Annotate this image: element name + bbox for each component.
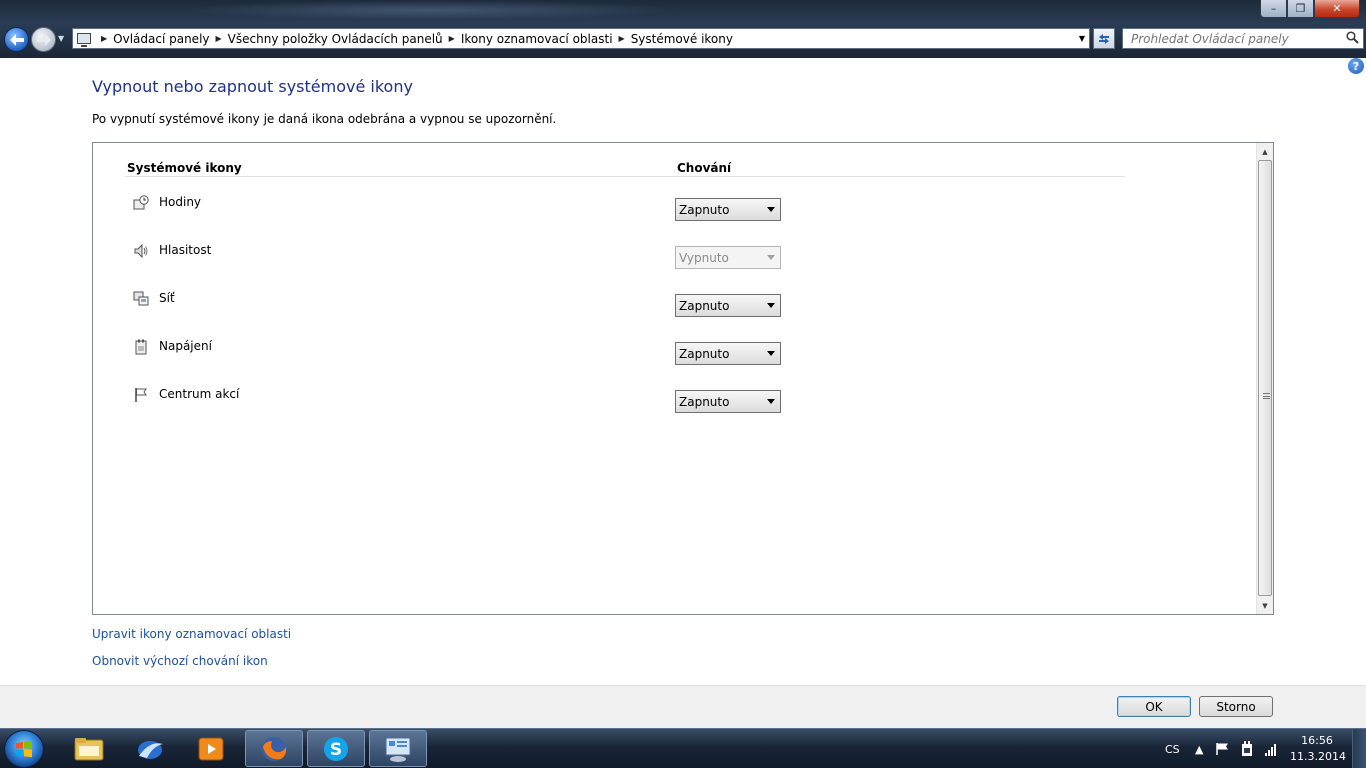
window-controls: – ❐ ✕ [1260,0,1360,18]
system-icons-list: Systémové ikony Chování Hodiny Zapnuto H… [92,142,1274,615]
chevron-down-icon [767,207,775,212]
network-tray-icon[interactable] [1264,729,1280,768]
flag-icon [1216,743,1228,755]
svg-text:S: S [330,740,342,760]
taskbar-firefox[interactable] [245,730,303,767]
customize-notification-icons-link[interactable]: Upravit ikony oznamovací oblasti [92,627,291,641]
ok-button[interactable]: OK [1117,696,1191,717]
power-icon [1242,741,1252,756]
behavior-select-network[interactable]: Zapnuto [675,294,781,317]
taskbar-media-player[interactable] [182,730,240,767]
breadcrumb-item[interactable]: Ovládací panely [113,32,209,46]
arrow-left-icon [9,33,24,46]
action-center-tray-icon[interactable] [1215,729,1231,768]
taskbar: S CS ▲ 16:56 11.3.2014 [0,728,1366,768]
clock-icon [133,195,149,211]
scrollbar-thumb[interactable] [1258,160,1272,596]
power-tray-icon[interactable] [1240,729,1254,768]
behavior-select-clock[interactable]: Zapnuto [675,198,781,221]
page-description: Po vypnutí systémové ikony je daná ikona… [92,112,557,126]
computer-icon [77,33,91,47]
vertical-scrollbar[interactable]: ▲ ▼ [1256,143,1273,614]
search-input[interactable] [1131,31,1331,46]
taskbar-thunderbird[interactable] [121,730,179,767]
search-icon[interactable] [1346,31,1359,44]
header-divider [125,176,1125,177]
chevron-down-icon [767,303,775,308]
address-bar[interactable]: ▶ Ovládací panely ▶ Všechny položky Ovlá… [72,28,1090,49]
column-header-icons: Systémové ikony [127,161,242,175]
maximize-button[interactable]: ❐ [1287,0,1314,18]
back-button[interactable] [4,27,29,52]
cancel-button[interactable]: Storno [1199,696,1273,717]
column-header-behavior: Chování [677,161,732,175]
windows-logo-icon [16,740,32,758]
clock-date: 11.3.2014 [1290,750,1346,763]
arrow-right-icon [36,33,51,46]
clock-time: 16:56 [1301,734,1333,747]
scroll-up-button[interactable]: ▲ [1257,143,1273,160]
explorer-icon [74,737,104,760]
dialog-footer: OK Storno [0,685,1366,728]
chevron-down-icon [767,255,775,260]
behavior-select-volume[interactable]: Vypnuto [675,246,781,269]
behavior-select-power[interactable]: Zapnuto [675,342,781,365]
control-panel-icon [385,737,411,762]
breadcrumb-item[interactable]: Ikony oznamovací oblasti [461,32,613,46]
help-button[interactable]: ? [1348,58,1364,74]
taskbar-control-panel[interactable] [369,730,427,767]
speaker-icon [133,243,149,259]
breadcrumb-item[interactable]: Systémové ikony [631,32,733,46]
behavior-select-action-center[interactable]: Zapnuto [675,390,781,413]
row-label-clock: Hodiny [159,195,202,209]
minimize-button[interactable]: – [1260,0,1287,18]
language-indicator[interactable]: CS [1165,729,1180,768]
taskbar-skype[interactable]: S [307,730,365,767]
show-hidden-icons-button[interactable]: ▲ [1195,729,1203,768]
restore-default-behavior-link[interactable]: Obnovit výchozí chování ikon [92,654,268,668]
power-icon [133,339,149,355]
chevron-down-icon [767,351,775,356]
row-label-volume: Hlasitost [159,243,212,257]
show-desktop-button[interactable] [1352,729,1366,768]
scroll-down-button[interactable]: ▼ [1257,597,1273,614]
chevron-down-icon[interactable]: ▼ [1079,34,1085,43]
chevron-right-icon[interactable]: ▶ [101,34,107,43]
network-icon [133,291,149,307]
flag-icon [133,387,149,403]
thunderbird-icon [138,740,163,759]
page-title: Vypnout nebo zapnout systémové ikony [92,77,413,96]
select-value: Zapnuto [679,298,730,313]
refresh-button[interactable] [1093,28,1115,49]
search-box[interactable] [1122,28,1364,49]
firefox-icon [262,736,287,761]
start-button[interactable] [4,730,44,768]
row-label-power: Napájení [159,339,212,353]
chevron-right-icon[interactable]: ▶ [449,34,455,43]
select-value: Vypnuto [679,250,729,265]
row-label-action-center: Centrum akcí [159,387,240,401]
select-value: Zapnuto [679,346,730,361]
media-player-icon [198,737,224,760]
row-label-network: Síť [159,291,175,305]
signal-strength-icon [1265,744,1276,756]
chevron-right-icon[interactable]: ▶ [619,34,625,43]
system-clock[interactable]: 16:56 11.3.2014 [1290,733,1346,765]
close-button[interactable]: ✕ [1314,0,1360,18]
recent-pages-dropdown[interactable]: ▼ [58,34,64,43]
forward-button[interactable] [31,27,56,52]
refresh-icon [1099,33,1109,44]
skype-icon: S [324,736,348,761]
grip-icon [1263,393,1270,399]
select-value: Zapnuto [679,394,730,409]
chevron-down-icon [767,399,775,404]
select-value: Zapnuto [679,202,730,217]
taskbar-explorer[interactable] [60,730,118,767]
breadcrumb-item[interactable]: Všechny položky Ovládacích panelů [228,32,443,46]
chevron-right-icon[interactable]: ▶ [216,34,222,43]
window-titlebar: – ❐ ✕ ▼ ▶ Ovládací panely ▶ Všechny polo… [0,0,1366,58]
